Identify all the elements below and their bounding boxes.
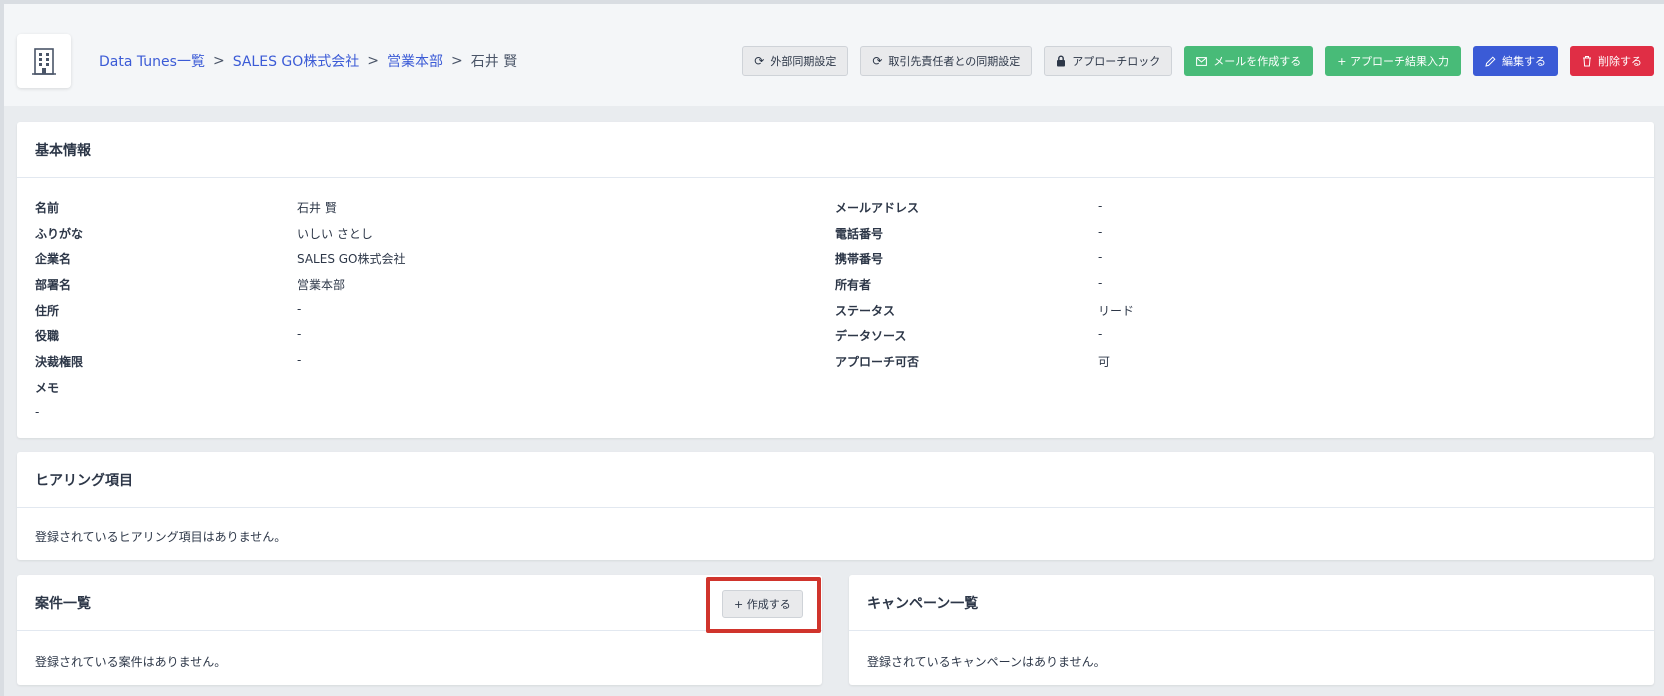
- field-label-furigana: ふりがな: [35, 227, 84, 241]
- delete-label: 削除する: [1598, 55, 1642, 68]
- breadcrumb-link-data-tunes[interactable]: Data Tunes一覧: [99, 51, 205, 71]
- edit-label: 編集する: [1502, 55, 1546, 68]
- hearing-empty-text: 登録されているヒアリング項目はありません。: [35, 530, 287, 544]
- create-mail-button[interactable]: メールを作成する: [1184, 46, 1314, 76]
- external-sync-button[interactable]: ⟳ 外部同期設定: [742, 46, 849, 76]
- breadcrumb-separator: >: [451, 53, 463, 69]
- field-value-position: -: [297, 327, 302, 341]
- field-label-datasource: データソース: [835, 329, 907, 343]
- field-label-department: 部署名: [35, 278, 72, 292]
- hearing-title: ヒアリング項目: [17, 452, 1654, 508]
- mail-icon: [1196, 56, 1208, 66]
- field-label-approach: アプローチ可否: [835, 355, 920, 369]
- lock-icon: [1057, 55, 1066, 67]
- breadcrumb-separator: >: [367, 53, 380, 69]
- breadcrumb-current: 石井 賢: [470, 54, 518, 70]
- approach-result-button[interactable]: + アプローチ結果入力: [1325, 46, 1461, 76]
- delete-button[interactable]: 削除する: [1570, 46, 1654, 76]
- building-icon: [32, 48, 56, 75]
- field-value-status: リード: [1098, 304, 1135, 318]
- sync-icon: ⟳: [872, 54, 883, 68]
- deals-title: 案件一覧: [17, 575, 822, 631]
- field-label-position: 役職: [35, 329, 60, 343]
- basic-info-card: 基本情報 名前 石井 賢 ふりがな いしい さとし 企業名 SALES GO株式…: [17, 122, 1654, 438]
- field-label-name: 名前: [35, 201, 60, 215]
- field-label-owner: 所有者: [835, 278, 872, 292]
- field-value-memo: -: [35, 405, 40, 419]
- deals-card: 案件一覧 登録されている案件はありません。: [17, 575, 822, 685]
- approach-lock-label: アプローチロック: [1072, 55, 1161, 68]
- field-value-email: -: [1098, 199, 1103, 213]
- field-value-approach: 可: [1098, 355, 1111, 369]
- field-label-status: ステータス: [835, 304, 896, 318]
- field-label-phone: 電話番号: [835, 227, 884, 241]
- page-header: Data Tunes一覧 > SALES GO株式会社 > 営業本部 > 石井 …: [4, 4, 1664, 106]
- field-label-mobile: 携帯番号: [835, 252, 884, 266]
- field-value-company: SALES GO株式会社: [297, 252, 406, 266]
- breadcrumb-link-company[interactable]: SALES GO株式会社: [233, 51, 360, 71]
- company-logo: [17, 34, 71, 88]
- sync-icon: ⟳: [754, 54, 765, 68]
- field-label-address: 住所: [35, 304, 60, 318]
- edit-button[interactable]: 編集する: [1473, 46, 1558, 76]
- campaigns-empty-text: 登録されているキャンペーンはありません。: [867, 655, 1106, 669]
- field-label-authority: 決裁権限: [35, 355, 84, 369]
- trash-icon: [1583, 56, 1591, 67]
- field-value-owner: -: [1098, 276, 1103, 290]
- field-value-furigana: いしい さとし: [297, 227, 373, 241]
- field-value-datasource: -: [1098, 327, 1103, 341]
- contact-sync-label: 取引先責任者との同期設定: [888, 55, 1021, 68]
- highlight-box: [706, 577, 821, 633]
- field-label-email: メールアドレス: [835, 201, 920, 215]
- approach-result-label: + アプローチ結果入力: [1337, 55, 1449, 68]
- breadcrumb: Data Tunes一覧 > SALES GO株式会社 > 営業本部 > 石井 …: [99, 51, 517, 71]
- field-value-authority: -: [297, 353, 302, 367]
- contact-sync-button[interactable]: ⟳ 取引先責任者との同期設定: [860, 46, 1033, 76]
- field-value-name: 石井 賢: [297, 201, 337, 215]
- field-label-memo: メモ: [35, 381, 60, 395]
- breadcrumb-separator: >: [212, 53, 225, 69]
- approach-lock-button[interactable]: アプローチロック: [1044, 46, 1173, 76]
- hearing-card: ヒアリング項目 登録されているヒアリング項目はありません。: [17, 452, 1654, 560]
- campaigns-card: キャンペーン一覧 登録されているキャンペーンはありません。: [849, 575, 1654, 685]
- basic-info-title: 基本情報: [17, 122, 1654, 178]
- field-value-mobile: -: [1098, 250, 1103, 264]
- deals-empty-text: 登録されている案件はありません。: [35, 655, 227, 669]
- field-value-phone: -: [1098, 225, 1103, 239]
- field-value-department: 営業本部: [297, 278, 346, 292]
- external-sync-label: 外部同期設定: [770, 55, 837, 68]
- action-toolbar: ⟳ 外部同期設定 ⟳ 取引先責任者との同期設定 アプローチロック メールを作成す…: [742, 46, 1654, 76]
- campaigns-title: キャンペーン一覧: [849, 575, 1654, 631]
- pencil-icon: [1485, 55, 1496, 67]
- breadcrumb-link-department[interactable]: 営業本部: [387, 51, 443, 71]
- create-mail-label: メールを作成する: [1213, 55, 1302, 68]
- field-value-address: -: [297, 302, 302, 316]
- field-label-company: 企業名: [35, 252, 72, 266]
